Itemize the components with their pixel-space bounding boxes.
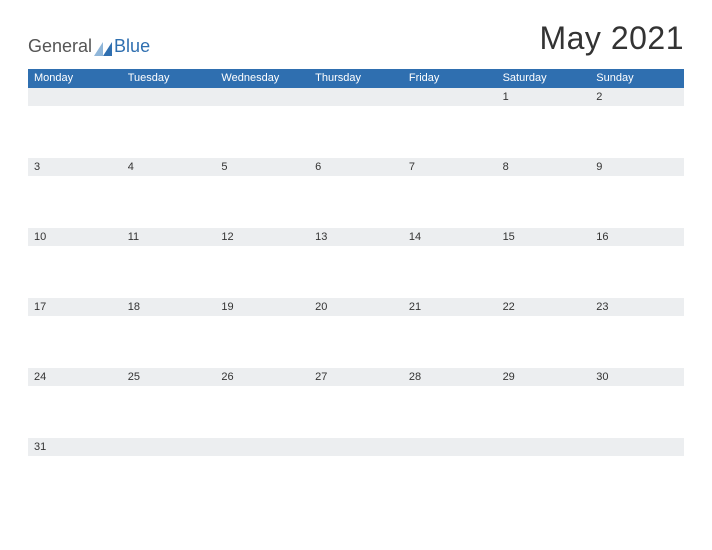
header: General Blue May 2021: [28, 20, 684, 57]
week-row: 1 2: [28, 87, 684, 157]
date-cell: 22: [497, 298, 591, 316]
date-cell: 19: [215, 298, 309, 316]
date-cell: [403, 438, 497, 456]
brand-text-1: General: [28, 36, 92, 57]
day-header: Wednesday: [215, 69, 309, 87]
date-cell: 6: [309, 158, 403, 176]
date-cell: 3: [28, 158, 122, 176]
day-header: Saturday: [497, 69, 591, 87]
date-cell: [497, 438, 591, 456]
date-cell: [309, 88, 403, 106]
date-cell: [122, 438, 216, 456]
date-cell: 11: [122, 228, 216, 246]
date-cell: 12: [215, 228, 309, 246]
calendar: Monday Tuesday Wednesday Thursday Friday…: [28, 69, 684, 507]
date-cell: 23: [590, 298, 684, 316]
date-cell: 20: [309, 298, 403, 316]
date-cell: 24: [28, 368, 122, 386]
date-cell: 15: [497, 228, 591, 246]
date-cell: 14: [403, 228, 497, 246]
date-cell: 28: [403, 368, 497, 386]
week-row: 17 18 19 20 21 22 23: [28, 297, 684, 367]
day-header: Friday: [403, 69, 497, 87]
week-row: 24 25 26 27 28 29 30: [28, 367, 684, 437]
date-cell: 13: [309, 228, 403, 246]
date-cell: 18: [122, 298, 216, 316]
date-cell: 5: [215, 158, 309, 176]
date-cell: 9: [590, 158, 684, 176]
day-header-row: Monday Tuesday Wednesday Thursday Friday…: [28, 69, 684, 87]
date-cell: [403, 88, 497, 106]
date-cell: 31: [28, 438, 122, 456]
date-cell: 25: [122, 368, 216, 386]
date-cell: 1: [497, 88, 591, 106]
date-cell: 7: [403, 158, 497, 176]
week-row: 10 11 12 13 14 15 16: [28, 227, 684, 297]
date-cell: 27: [309, 368, 403, 386]
date-cell: 26: [215, 368, 309, 386]
date-cell: 2: [590, 88, 684, 106]
day-header: Tuesday: [122, 69, 216, 87]
date-cell: [215, 88, 309, 106]
date-cell: 30: [590, 368, 684, 386]
page-title: May 2021: [539, 20, 684, 57]
date-cell: 17: [28, 298, 122, 316]
brand-mark-icon: [94, 40, 112, 54]
date-cell: [28, 88, 122, 106]
date-cell: 21: [403, 298, 497, 316]
day-header: Sunday: [590, 69, 684, 87]
date-cell: 29: [497, 368, 591, 386]
date-cell: [309, 438, 403, 456]
date-cell: 16: [590, 228, 684, 246]
brand-text-2: Blue: [114, 36, 150, 57]
brand-logo: General Blue: [28, 36, 150, 57]
day-header: Monday: [28, 69, 122, 87]
date-cell: [590, 438, 684, 456]
date-cell: [122, 88, 216, 106]
day-header: Thursday: [309, 69, 403, 87]
week-row: 3 4 5 6 7 8 9: [28, 157, 684, 227]
date-cell: 10: [28, 228, 122, 246]
week-row: 31: [28, 437, 684, 507]
date-cell: [215, 438, 309, 456]
date-cell: 8: [497, 158, 591, 176]
date-cell: 4: [122, 158, 216, 176]
